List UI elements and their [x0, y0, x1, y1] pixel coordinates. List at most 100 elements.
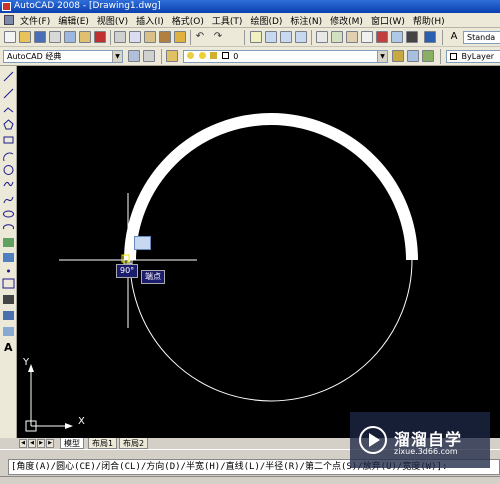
text-style-icon[interactable]: A [448, 31, 460, 43]
document-menu-icon[interactable] [4, 15, 14, 25]
zoom-previous-icon[interactable] [295, 31, 307, 43]
status-bar [0, 476, 500, 484]
multiline-text-icon: A [4, 341, 13, 354]
gradient-icon [3, 295, 14, 304]
menu-window[interactable]: 窗口(W) [371, 14, 405, 27]
ellipse-arc-icon [3, 224, 14, 230]
layer-color-icon [221, 52, 229, 59]
ucs-x-label: X [78, 416, 85, 427]
menu-insert[interactable]: 插入(I) [136, 14, 164, 27]
publish-icon[interactable] [79, 31, 91, 43]
toolbar-separator [440, 49, 441, 64]
tool-palettes-icon[interactable] [346, 31, 358, 43]
save-icon[interactable] [34, 31, 46, 43]
redo-icon[interactable]: ↷ [212, 31, 224, 43]
tab-model[interactable]: 模型 [60, 438, 84, 449]
menu-modify[interactable]: 修改(M) [330, 14, 363, 27]
layer-on-icon [187, 52, 194, 59]
layer-thaw-icon [198, 52, 206, 59]
toolbar-separator [311, 30, 312, 45]
workspace-value: AutoCAD 经典 [7, 52, 62, 61]
menu-dimension[interactable]: 标注(N) [290, 14, 322, 27]
help-icon[interactable] [424, 31, 436, 43]
quickcalc-icon[interactable] [391, 31, 403, 43]
layer-manager-icon[interactable] [166, 50, 178, 62]
draw-toolbar: A [0, 66, 17, 438]
color-swatch-icon [450, 53, 457, 60]
menu-format[interactable]: 格式(O) [172, 14, 204, 27]
rectangle-icon [3, 136, 14, 144]
make-block-icon [3, 253, 14, 262]
first-tab-icon[interactable]: ◀ [19, 439, 27, 448]
watermark-url: zixue.3d66.com [394, 447, 458, 456]
chevron-down-icon[interactable]: ▼ [112, 51, 122, 62]
menu-edit[interactable]: 编辑(E) [58, 14, 89, 27]
tab-layout2[interactable]: 布局2 [119, 438, 149, 449]
polygon-icon [3, 119, 14, 130]
color-value: ByLayer [461, 52, 495, 61]
ellipse-icon [3, 210, 14, 218]
tab-layout1[interactable]: 布局1 [88, 438, 118, 449]
drawing-canvas[interactable]: 90° 端点 Y X [17, 66, 500, 438]
workspace-combo[interactable]: AutoCAD 经典 ▼ [3, 50, 123, 63]
copy-icon[interactable] [129, 31, 141, 43]
arc-icon [3, 152, 14, 162]
table-icon [3, 327, 14, 336]
paste-icon[interactable] [144, 31, 156, 43]
layer-unlock-icon [210, 52, 218, 59]
plot-preview-icon[interactable] [64, 31, 76, 43]
match-properties-icon[interactable] [159, 31, 171, 43]
pan-icon[interactable] [250, 31, 262, 43]
menu-view[interactable]: 视图(V) [97, 14, 128, 27]
save-workspace-icon[interactable] [143, 50, 155, 62]
toolbar-separator [244, 30, 245, 45]
open-icon[interactable] [19, 31, 31, 43]
text-style-combo[interactable]: Standa [463, 31, 500, 44]
watermark: 溜溜自学 zixue.3d66.com [350, 412, 490, 468]
standard-toolbar: ↶ ↷ A Standa [0, 28, 500, 47]
menu-draw[interactable]: 绘图(D) [250, 14, 282, 27]
3d-dwf-icon[interactable] [94, 31, 106, 43]
chevron-down-icon[interactable]: ▼ [377, 51, 387, 62]
snap-tooltip: 端点 [141, 270, 165, 284]
layer-states-icon[interactable] [422, 50, 434, 62]
new-icon[interactable] [4, 31, 16, 43]
toolbar-separator [161, 49, 162, 64]
undo-icon[interactable]: ↶ [194, 31, 206, 43]
print-icon[interactable] [49, 31, 61, 43]
workspace-settings-icon[interactable] [128, 50, 140, 62]
menu-help[interactable]: 帮助(H) [413, 14, 445, 27]
zoom-window-icon[interactable] [280, 31, 292, 43]
make-current-layer-icon[interactable] [392, 50, 404, 62]
prev-tab-icon[interactable]: ◀ [28, 439, 36, 448]
block-editor-icon[interactable] [174, 31, 186, 43]
dynamic-input-icon [134, 236, 151, 250]
circle-icon [3, 165, 14, 175]
wide-polyline-arc [124, 113, 418, 261]
layer-previous-icon[interactable] [407, 50, 419, 62]
point-icon [7, 269, 10, 273]
ucs-y-label: Y [23, 357, 30, 368]
zoom-realtime-icon[interactable] [265, 31, 277, 43]
color-combo[interactable]: ByLayer [446, 50, 500, 63]
title-bar: AutoCAD 2008 - [Drawing1.dwg] [0, 0, 500, 13]
calculator-icon[interactable] [406, 31, 418, 43]
last-tab-icon[interactable]: ▶ [46, 439, 54, 448]
next-tab-icon[interactable]: ▶ [37, 439, 45, 448]
hatch-icon [2, 278, 15, 289]
line-icon [3, 71, 14, 82]
menu-file[interactable]: 文件(F) [20, 14, 50, 27]
sheet-set-icon[interactable] [361, 31, 373, 43]
autocad-window: AutoCAD 2008 - [Drawing1.dwg] 文件(F) 编辑(E… [0, 0, 500, 484]
layer-combo[interactable]: 0 ▼ [183, 50, 388, 63]
markup-icon[interactable] [376, 31, 388, 43]
design-center-icon[interactable] [331, 31, 343, 43]
layer-value: 0 [233, 52, 239, 61]
properties-icon[interactable] [316, 31, 328, 43]
menu-bar: 文件(F) 编辑(E) 视图(V) 插入(I) 格式(O) 工具(T) 绘图(D… [0, 13, 500, 28]
cut-icon[interactable] [114, 31, 126, 43]
thin-circle-arc [129, 259, 413, 402]
revision-cloud-icon [3, 181, 14, 187]
draw-toolbar-icons: A [2, 71, 15, 354]
menu-tools[interactable]: 工具(T) [212, 14, 243, 27]
